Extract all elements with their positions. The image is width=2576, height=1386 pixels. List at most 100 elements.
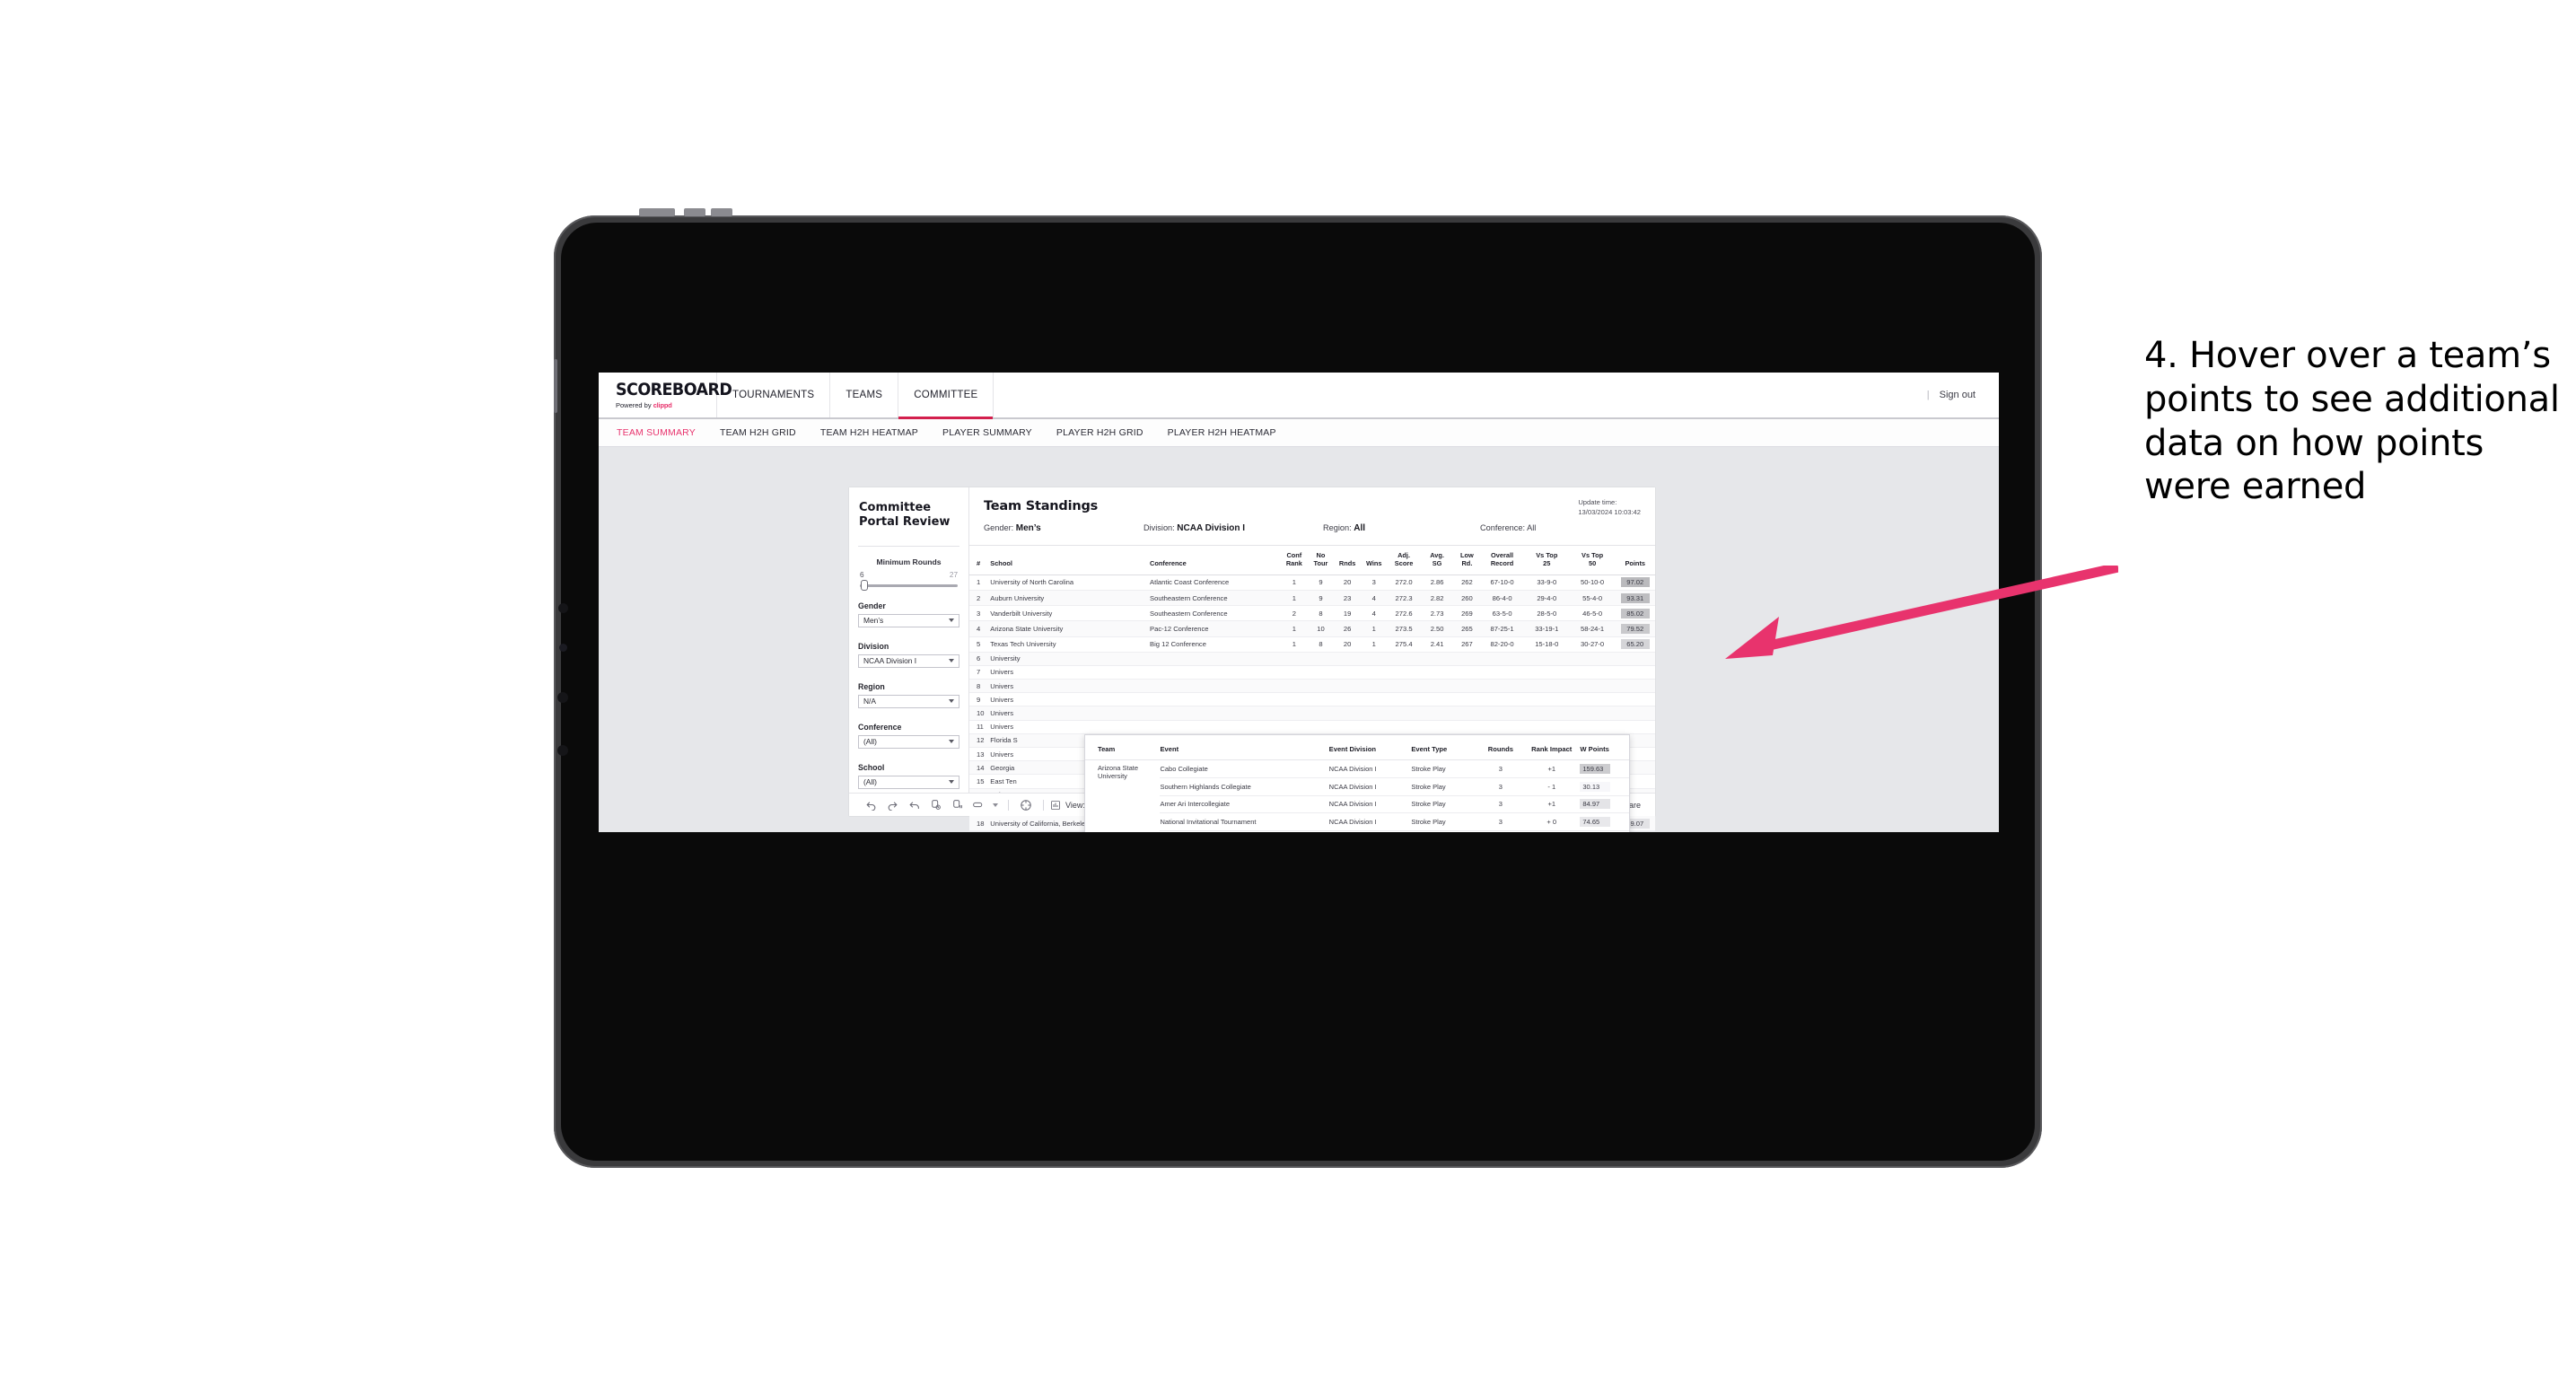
filter-school-select[interactable]: (All) xyxy=(858,775,959,789)
cell-points[interactable] xyxy=(1615,706,1655,721)
cell-vs50: 58-24-1 xyxy=(1569,620,1616,637)
points-value[interactable]: 79.52 xyxy=(1620,623,1650,634)
cell-avg_sg xyxy=(1420,692,1454,707)
cell-points[interactable] xyxy=(1615,652,1655,666)
table-row[interactable]: 8 Univers xyxy=(969,679,1655,694)
pause-icon[interactable] xyxy=(946,799,968,811)
cell-points[interactable] xyxy=(1615,679,1655,694)
cell-school: Univers xyxy=(990,692,1151,707)
tablet-volume-up-button xyxy=(684,208,705,216)
signout-link[interactable]: Sign out xyxy=(1940,390,1976,400)
cell-vs50 xyxy=(1569,652,1616,666)
dashboard-card: Committee Portal Review Minimum Rounds 6… xyxy=(849,487,1655,832)
table-row[interactable]: 1 University of North Carolina Atlantic Co… xyxy=(969,575,1655,591)
filter-division-select[interactable]: NCAA Division I xyxy=(858,654,959,668)
table-row[interactable]: 9 Univers xyxy=(969,692,1655,707)
cell-points[interactable] xyxy=(1615,720,1655,734)
cell-school: University xyxy=(990,652,1151,666)
portal-title: Committee Portal Review xyxy=(849,487,968,531)
minimum-rounds-slider[interactable] xyxy=(860,580,958,592)
cell-points[interactable] xyxy=(1615,692,1655,707)
cell-rank: 9 xyxy=(969,692,991,707)
cell-points[interactable]: 97.02 xyxy=(1615,575,1655,591)
cell-overall: 63-5-0 xyxy=(1480,605,1524,622)
cell-points[interactable]: 65.20 xyxy=(1615,636,1655,653)
tooltip-cell-division: NCAA Division I xyxy=(1328,830,1412,832)
undo-icon[interactable] xyxy=(860,799,881,811)
filter-region-select[interactable]: N/A xyxy=(858,694,959,708)
filter-region-value: N/A xyxy=(863,697,876,706)
refresh-icon[interactable] xyxy=(924,799,946,811)
cell-vs25 xyxy=(1523,692,1570,707)
cell-avg_sg xyxy=(1420,706,1454,721)
table-row[interactable]: 2 Auburn University Southeastern Conferenc… xyxy=(969,590,1655,607)
cell-rank: 1 xyxy=(969,575,991,591)
w-points-value: 30.13 xyxy=(1580,781,1611,792)
table-row[interactable]: 5 Texas Tech University Big 12 Conference 1… xyxy=(969,636,1655,653)
tooltip-cell-rounds: 3 xyxy=(1477,759,1524,778)
cell-no_tour: 9 xyxy=(1307,590,1335,607)
points-value[interactable]: 85.02 xyxy=(1620,608,1650,618)
fit-caret-icon[interactable] xyxy=(989,803,1002,807)
annotation-arrow xyxy=(1725,566,2118,659)
tooltip-cell-rank-impact: - 1 xyxy=(1523,777,1581,796)
brand-logo[interactable]: SCOREBOARD Powered by clippd xyxy=(599,373,732,417)
tooltip-cell-rounds: 3 xyxy=(1477,777,1524,796)
cell-no_tour xyxy=(1307,692,1335,707)
cell-rnds: 19 xyxy=(1334,605,1361,622)
standings-col-points: Points xyxy=(1615,546,1655,575)
cell-rank: 19 xyxy=(969,830,991,832)
filter-school-label: School xyxy=(858,762,885,772)
fit-icon[interactable] xyxy=(968,799,989,811)
brand-sub-prefix: Powered by xyxy=(616,400,653,409)
tab-player-h2h-grid[interactable]: PLAYER H2H GRID xyxy=(1056,427,1143,438)
cell-points[interactable] xyxy=(1615,665,1655,680)
table-row[interactable]: 4 Arizona State University Pac-12 Conferen… xyxy=(969,620,1655,637)
tab-player-h2h-heatmap[interactable]: PLAYER H2H HEATMAP xyxy=(1168,427,1276,438)
table-row[interactable]: 6 University xyxy=(969,652,1655,666)
cell-school: Vanderbilt University xyxy=(990,605,1151,622)
cell-vs25 xyxy=(1523,679,1570,694)
chevron-down-icon xyxy=(949,699,954,704)
cell-adj_score: 275.4 xyxy=(1387,636,1421,653)
cell-low_rd xyxy=(1453,679,1481,694)
brand-title: SCOREBOARD xyxy=(616,379,732,399)
tab-team-h2h-heatmap[interactable]: TEAM H2H HEATMAP xyxy=(820,427,918,438)
tab-player-summary[interactable]: PLAYER SUMMARY xyxy=(942,427,1032,438)
cell-points[interactable]: 85.02 xyxy=(1615,605,1655,622)
tooltip-cell-w-points: 84.97 xyxy=(1580,795,1629,814)
redo-icon[interactable] xyxy=(881,799,903,811)
points-value[interactable]: 97.02 xyxy=(1620,577,1650,588)
cell-avg_sg: 2.73 xyxy=(1420,605,1454,622)
standings-content: Team Standings Update time: 13/03/2024 1… xyxy=(969,487,1655,832)
points-value[interactable]: 93.31 xyxy=(1620,592,1650,603)
nav-item-teams[interactable]: TEAMS xyxy=(830,373,899,417)
nav-item-tournaments[interactable]: TOURNAMENTS xyxy=(717,373,831,417)
tab-team-h2h-grid[interactable]: TEAM H2H GRID xyxy=(720,427,796,438)
filter-summary-division-label: Division: xyxy=(1143,523,1175,532)
table-row[interactable]: 3 Vanderbilt University Southeastern Confe… xyxy=(969,605,1655,622)
cell-rnds: 20 xyxy=(1334,636,1361,653)
tooltip-row: Amer Ari Intercollegiate NCAA Division IS… xyxy=(1085,795,1629,814)
cell-vs25: 33-19-1 xyxy=(1523,620,1570,637)
filter-gender-select[interactable]: Men’s xyxy=(858,613,959,627)
cell-points[interactable]: 93.31 xyxy=(1615,590,1655,607)
nav-item-committee[interactable]: COMMITTEE xyxy=(898,373,994,419)
tooltip-cell-type: Stroke Play xyxy=(1411,777,1478,796)
revert-icon[interactable] xyxy=(903,799,924,811)
cell-vs50 xyxy=(1569,706,1616,721)
table-row[interactable]: 7 Univers xyxy=(969,665,1655,680)
filter-conference-select[interactable]: (All) xyxy=(858,734,959,749)
cell-points[interactable]: 79.52 xyxy=(1615,620,1655,637)
cell-vs25: 29-4-0 xyxy=(1523,590,1570,607)
cell-avg_sg: 2.41 xyxy=(1420,636,1454,653)
cell-conference xyxy=(1150,665,1282,680)
toolbar-divider-1 xyxy=(1008,799,1009,811)
slider-handle[interactable] xyxy=(861,580,868,592)
points-value[interactable]: 65.20 xyxy=(1620,639,1650,650)
cell-rnds xyxy=(1334,665,1361,680)
table-row[interactable]: 11 Univers xyxy=(969,720,1655,734)
tab-team-summary[interactable]: TEAM SUMMARY xyxy=(617,427,696,438)
table-row[interactable]: 10 Univers xyxy=(969,706,1655,721)
highlight-icon[interactable] xyxy=(1015,799,1037,811)
